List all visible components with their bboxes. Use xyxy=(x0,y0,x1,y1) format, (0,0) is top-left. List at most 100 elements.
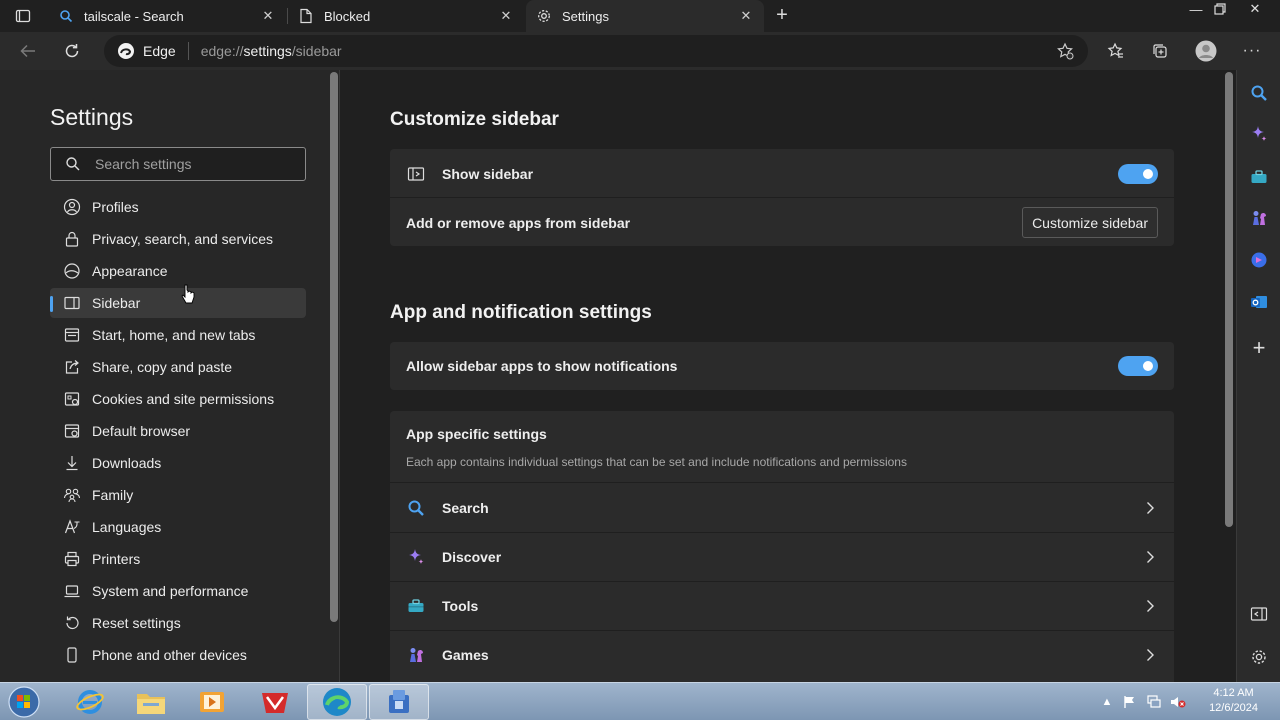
nav-item-appearance[interactable]: Appearance xyxy=(50,256,306,286)
browser-toolbar: Edge edge://settings/sidebar ··· xyxy=(0,32,1280,70)
customize-sidebar-button[interactable]: Customize sidebar xyxy=(1022,207,1158,238)
app-row-search[interactable]: Search xyxy=(390,483,1174,532)
collections-icon[interactable] xyxy=(1145,36,1175,66)
media-player-icon[interactable] xyxy=(182,684,242,720)
nav-item-cookies[interactable]: Cookies and site permissions xyxy=(50,384,306,414)
copilot-icon[interactable] xyxy=(1248,249,1270,271)
show-hidden-icons[interactable]: ▲ xyxy=(1099,694,1115,710)
more-menu-icon[interactable]: ··· xyxy=(1237,36,1267,66)
app-specific-title: App specific settings xyxy=(406,426,547,442)
close-window-button[interactable]: ✕ xyxy=(1240,0,1270,18)
nav-item-label: Phone and other devices xyxy=(92,647,247,663)
content-scrollbar[interactable] xyxy=(1225,72,1233,527)
cookie-icon xyxy=(63,390,81,408)
nav-item-default-browser[interactable]: Default browser xyxy=(50,416,306,446)
action-center-flag-icon[interactable] xyxy=(1122,694,1138,710)
nav-item-label: Privacy, search, and services xyxy=(92,231,274,247)
section-heading-customize: Customize sidebar xyxy=(390,109,559,130)
reset-icon xyxy=(63,614,81,632)
nav-item-privacy[interactable]: Privacy, search, and services xyxy=(50,224,306,254)
nav-item-label: Languages xyxy=(92,519,162,535)
nav-item-family[interactable]: Family xyxy=(50,480,306,510)
search-input[interactable] xyxy=(95,156,285,172)
volume-muted-icon[interactable] xyxy=(1170,694,1186,710)
internet-explorer-icon[interactable] xyxy=(60,684,120,720)
toolbox-icon[interactable] xyxy=(1248,166,1270,188)
address-bar[interactable]: Edge edge://settings/sidebar xyxy=(104,35,1088,67)
system-clock[interactable]: 4:12 AM 12/6/2024 xyxy=(1209,686,1258,716)
notifications-card: Allow sidebar apps to show notifications xyxy=(390,342,1174,390)
tab-settings[interactable]: Settings ✕ xyxy=(526,0,764,32)
nav-item-share[interactable]: Share, copy and paste xyxy=(50,352,306,382)
sparkle-icon[interactable] xyxy=(1248,123,1270,145)
laptop-icon xyxy=(63,582,81,600)
start-button[interactable] xyxy=(2,684,46,720)
clock-date: 12/6/2024 xyxy=(1209,702,1258,714)
section-heading-notifications: App and notification settings xyxy=(390,302,652,323)
customize-card: Show sidebar Add or remove apps from sid… xyxy=(390,149,1174,246)
nav-item-label: Default browser xyxy=(92,423,191,439)
nav-item-label: Start, home, and new tabs xyxy=(92,327,256,343)
network-icon[interactable] xyxy=(1146,694,1162,710)
nav-item-system[interactable]: System and performance xyxy=(50,576,306,606)
add-remove-apps-label: Add or remove apps from sidebar xyxy=(406,214,631,231)
security-app-icon[interactable] xyxy=(245,684,305,720)
home-icon xyxy=(63,326,81,344)
nav-scrollbar[interactable] xyxy=(330,72,338,622)
tab-title: Settings xyxy=(562,8,609,24)
sparkle-icon xyxy=(406,547,426,567)
settings-gear-icon[interactable] xyxy=(1248,646,1270,668)
nav-item-languages[interactable]: Languages xyxy=(50,512,306,542)
url-host: settings xyxy=(243,43,292,59)
new-tab-button[interactable]: + xyxy=(772,5,792,26)
app-specific-description: Each app contains individual settings th… xyxy=(406,455,907,469)
add-favorite-icon[interactable] xyxy=(1050,36,1080,66)
printer-icon xyxy=(63,550,81,568)
close-tab-icon[interactable]: ✕ xyxy=(738,8,754,24)
nav-item-printers[interactable]: Printers xyxy=(50,544,306,574)
toolbox-icon xyxy=(406,596,426,616)
nav-item-profiles[interactable]: Profiles xyxy=(50,192,306,222)
nav-item-downloads[interactable]: Downloads xyxy=(50,448,306,478)
tab-blocked[interactable]: Blocked ✕ xyxy=(288,0,524,32)
download-icon xyxy=(63,454,81,472)
settings-content: Customize sidebar Show sidebar Add or re… xyxy=(340,70,1236,682)
close-tab-icon[interactable]: ✕ xyxy=(260,8,276,24)
sidebar-toggle-icon xyxy=(406,164,426,184)
show-sidebar-label: Show sidebar xyxy=(442,165,534,182)
back-button[interactable] xyxy=(13,36,43,66)
close-tab-icon[interactable]: ✕ xyxy=(498,8,514,24)
share-icon xyxy=(63,358,81,376)
tab-title: tailscale - Search xyxy=(84,8,184,24)
add-app-icon[interactable]: + xyxy=(1248,335,1270,360)
nav-item-start-home[interactable]: Start, home, and new tabs xyxy=(50,320,306,350)
outlook-icon[interactable] xyxy=(1248,291,1270,313)
chess-icon[interactable] xyxy=(1248,207,1270,229)
tab-search[interactable]: tailscale - Search ✕ xyxy=(50,0,286,32)
edge-taskbar-icon[interactable] xyxy=(307,684,367,720)
tab-actions-icon[interactable] xyxy=(14,7,32,25)
app-row-discover[interactable]: Discover xyxy=(390,532,1174,581)
app-row-tools[interactable]: Tools xyxy=(390,581,1174,630)
language-icon xyxy=(63,518,81,536)
file-explorer-icon[interactable] xyxy=(121,684,181,720)
gear-icon xyxy=(536,8,552,24)
allow-notifications-toggle[interactable] xyxy=(1118,356,1158,376)
restore-button[interactable] xyxy=(1205,0,1235,18)
nav-item-reset[interactable]: Reset settings xyxy=(50,608,306,638)
search-icon[interactable] xyxy=(1248,82,1270,104)
app-installer-icon[interactable] xyxy=(369,684,429,720)
app-row-games[interactable]: Games xyxy=(390,630,1174,679)
refresh-button[interactable] xyxy=(57,36,87,66)
nav-item-phone[interactable]: Phone and other devices xyxy=(50,640,306,670)
profile-avatar[interactable] xyxy=(1191,36,1221,66)
show-sidebar-toggle[interactable] xyxy=(1118,163,1158,184)
search-icon xyxy=(406,498,426,518)
hide-sidebar-icon[interactable] xyxy=(1248,603,1270,625)
search-field[interactable] xyxy=(50,147,306,181)
nav-item-label: Family xyxy=(92,487,134,503)
nav-item-sidebar[interactable]: Sidebar xyxy=(50,288,306,318)
favorites-icon[interactable] xyxy=(1101,36,1131,66)
url-path: /sidebar xyxy=(291,43,342,59)
page-icon xyxy=(298,8,314,24)
